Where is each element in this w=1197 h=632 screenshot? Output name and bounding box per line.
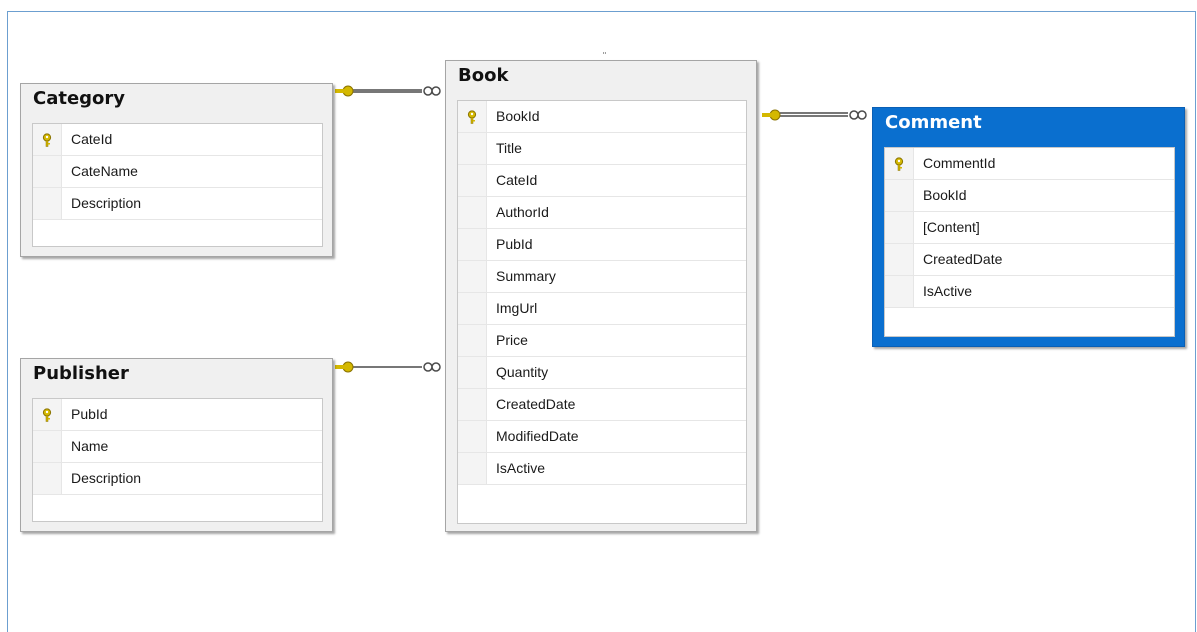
column-row[interactable]: CateName (33, 156, 322, 188)
column-name: IsActive (496, 460, 546, 476)
row-selector[interactable] (33, 156, 62, 187)
column-grid: PubId Name Description (32, 398, 323, 522)
table-book[interactable]: Book BookId Title CateId AuthorId PubId Summa… (445, 60, 757, 532)
column-name: [Content] (923, 219, 980, 235)
column-row[interactable]: PubId (33, 399, 322, 431)
column-row[interactable]: ModifiedDate (458, 421, 746, 453)
key-icon (335, 85, 354, 97)
column-row[interactable]: Name (33, 431, 322, 463)
column-row[interactable]: AuthorId (458, 197, 746, 229)
primary-key-icon (42, 133, 52, 147)
column-name: CateId (496, 172, 538, 188)
column-name: AuthorId (496, 204, 549, 220)
row-selector[interactable] (885, 212, 914, 243)
row-selector[interactable] (458, 101, 487, 132)
primary-key-icon (467, 110, 477, 124)
column-row[interactable]: IsActive (458, 453, 746, 485)
row-selector[interactable] (885, 148, 914, 179)
row-selector[interactable] (33, 399, 62, 430)
column-row[interactable]: ImgUrl (458, 293, 746, 325)
primary-key-icon (894, 157, 904, 171)
column-row[interactable]: Quantity (458, 357, 746, 389)
column-row[interactable]: PubId (458, 229, 746, 261)
column-name: CreatedDate (496, 396, 576, 412)
table-title: Comment (885, 112, 982, 133)
key-icon (762, 109, 781, 121)
row-selector[interactable] (33, 463, 62, 494)
column-name: PubId (496, 236, 533, 252)
row-selector[interactable] (458, 357, 487, 388)
column-row[interactable]: Summary (458, 261, 746, 293)
table-publisher[interactable]: Publisher PubId Name Description (20, 358, 333, 532)
column-row[interactable]: CateId (458, 165, 746, 197)
relationship-book-comment[interactable] (762, 109, 867, 121)
row-selector[interactable] (458, 229, 487, 260)
column-name: Name (71, 438, 109, 454)
row-selector[interactable] (458, 421, 487, 452)
infinity-icon (849, 110, 867, 120)
column-name: Description (71, 470, 142, 486)
column-name: IsActive (923, 283, 973, 299)
column-name: ModifiedDate (496, 428, 579, 444)
column-row[interactable]: Description (33, 188, 322, 220)
column-row[interactable]: CreatedDate (458, 389, 746, 421)
row-selector[interactable] (33, 431, 62, 462)
column-row[interactable]: CateId (33, 124, 322, 156)
column-row[interactable]: Description (33, 463, 322, 495)
row-selector[interactable] (458, 293, 487, 324)
column-row[interactable]: [Content] (885, 212, 1174, 244)
diagram-canvas: ¨ Category CateId CateName Description Pub… (0, 0, 1197, 632)
column-name: Title (496, 140, 522, 156)
column-name: CommentId (923, 155, 996, 171)
column-name: CreatedDate (923, 251, 1003, 267)
column-name: Quantity (496, 364, 549, 380)
column-name: CateName (71, 163, 138, 179)
relationship-publisher-book[interactable] (335, 361, 441, 373)
column-name: ImgUrl (496, 300, 538, 316)
infinity-icon (423, 86, 441, 96)
row-selector[interactable] (885, 244, 914, 275)
column-grid: BookId Title CateId AuthorId PubId Summary Img… (457, 100, 747, 524)
column-name: Summary (496, 268, 556, 284)
table-title: Publisher (33, 363, 129, 384)
column-row[interactable]: BookId (885, 180, 1174, 212)
column-grid: CommentId BookId [Content] CreatedDate IsAct… (884, 147, 1175, 337)
relationship-category-book[interactable] (335, 85, 441, 97)
row-selector[interactable] (458, 453, 487, 484)
column-row[interactable]: CreatedDate (885, 244, 1174, 276)
column-name: CateId (71, 131, 113, 147)
row-selector[interactable] (458, 389, 487, 420)
row-selector[interactable] (458, 133, 487, 164)
column-row[interactable]: Title (458, 133, 746, 165)
row-selector[interactable] (33, 188, 62, 219)
column-row[interactable]: Price (458, 325, 746, 357)
column-name: Price (496, 332, 528, 348)
primary-key-icon (42, 408, 52, 422)
row-selector[interactable] (458, 325, 487, 356)
table-title: Category (33, 88, 126, 109)
row-selector[interactable] (33, 124, 62, 155)
column-name: BookId (923, 187, 967, 203)
table-comment[interactable]: Comment CommentId BookId [Content] CreatedD… (872, 107, 1185, 347)
key-icon (335, 361, 354, 373)
column-name: BookId (496, 108, 540, 124)
column-grid: CateId CateName Description (32, 123, 323, 247)
row-selector[interactable] (458, 197, 487, 228)
column-row[interactable]: IsActive (885, 276, 1174, 308)
row-selector[interactable] (885, 276, 914, 307)
column-name: Description (71, 195, 142, 211)
row-selector[interactable] (458, 165, 487, 196)
column-row[interactable]: BookId (458, 101, 746, 133)
row-selector[interactable] (885, 180, 914, 211)
column-name: PubId (71, 406, 108, 422)
column-row[interactable]: CommentId (885, 148, 1174, 180)
table-category[interactable]: Category CateId CateName Description (20, 83, 333, 257)
infinity-icon (423, 362, 441, 372)
table-title: Book (458, 65, 509, 86)
row-selector[interactable] (458, 261, 487, 292)
